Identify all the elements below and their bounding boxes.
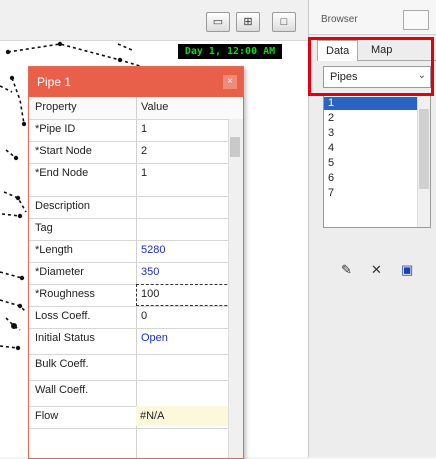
close-icon[interactable]: × — [223, 75, 237, 89]
property-row[interactable]: *End Node 1 — [29, 163, 243, 197]
property-label: Description — [35, 200, 91, 212]
property-value: 5280 — [141, 244, 166, 256]
minimize-icon[interactable]: ▭ — [206, 12, 230, 32]
property-row[interactable]: Loss Coeff. 0 — [29, 306, 243, 329]
list-item[interactable]: 7 — [324, 187, 420, 200]
property-column-header: Property — [35, 101, 77, 113]
delete-icon[interactable]: ✕ — [371, 262, 382, 278]
property-row[interactable]: Flow #N/A — [29, 406, 243, 429]
roughness-input[interactable]: 100 — [136, 284, 242, 306]
property-value: 1 — [141, 123, 148, 135]
property-label: Loss Coeff. — [35, 310, 91, 322]
object-list-scrollbar-thumb[interactable] — [419, 109, 429, 189]
browser-header-label: Browser — [321, 14, 358, 25]
list-item[interactable]: 1 — [324, 97, 420, 110]
property-editor-titlebar[interactable]: Pipe 1 × — [29, 67, 243, 97]
property-label: *Length — [35, 244, 73, 256]
property-value: 0 — [141, 310, 148, 322]
property-row[interactable]: *Length 5280 — [29, 240, 243, 263]
edit-object-icon[interactable]: ✎ — [341, 262, 352, 278]
browser-header-button[interactable] — [403, 10, 429, 30]
property-value: Open — [141, 332, 168, 344]
property-label: *Diameter — [35, 266, 84, 278]
property-label: Bulk Coeff. — [35, 358, 89, 370]
property-value: 1 — [141, 167, 148, 179]
property-scrollbar[interactable] — [228, 119, 243, 458]
open-editor-icon[interactable]: ▣ — [401, 262, 413, 278]
property-editor-title: Pipe 1 — [37, 75, 72, 89]
highlight-annotation — [308, 37, 434, 96]
property-label: *Roughness — [35, 288, 95, 300]
property-row[interactable]: Description — [29, 196, 243, 219]
property-label: Flow — [35, 410, 59, 422]
grid-icon[interactable]: ⊞ — [236, 12, 260, 32]
property-row[interactable]: *Start Node 2 — [29, 141, 243, 164]
property-row[interactable]: *Pipe ID 1 — [29, 119, 243, 142]
simulation-clock: Day 1, 12:00 AM — [178, 44, 282, 59]
flow-value-box: #N/A — [136, 406, 228, 426]
list-item[interactable]: 3 — [324, 127, 420, 140]
list-item[interactable]: 5 — [324, 157, 420, 170]
property-label: Initial Status — [35, 332, 95, 344]
property-row[interactable]: Initial Status Open — [29, 328, 243, 355]
property-label: *Pipe ID — [35, 123, 76, 135]
property-row[interactable]: Wall Coeff. — [29, 380, 243, 407]
property-row[interactable]: Bulk Coeff. — [29, 354, 243, 381]
roughness-input-value: 100 — [141, 288, 160, 300]
object-list[interactable]: 1 2 3 4 5 6 7 — [323, 94, 431, 228]
property-editor: Pipe 1 × Property Value *Pipe ID 1 *Star… — [28, 66, 244, 459]
property-label: Wall Coeff. — [35, 384, 89, 396]
property-label: *End Node — [35, 167, 89, 179]
list-item[interactable]: 4 — [324, 142, 420, 155]
property-value: 2 — [141, 145, 148, 157]
property-label: *Start Node — [35, 145, 92, 157]
property-value: #N/A — [140, 410, 165, 422]
restore-icon[interactable]: □ — [272, 12, 296, 32]
property-row[interactable]: Tag — [29, 218, 243, 241]
list-item[interactable]: 6 — [324, 172, 420, 185]
property-scrollbar-thumb[interactable] — [230, 137, 240, 157]
property-value: 350 — [141, 266, 160, 278]
property-row[interactable]: *Diameter 350 — [29, 262, 243, 285]
list-item[interactable]: 2 — [324, 112, 420, 125]
property-row-roughness[interactable]: *Roughness 100 — [29, 284, 243, 307]
browser-header: Browser — [309, 0, 436, 35]
map-toolbar: ▭ ⊞ □ — [0, 0, 308, 41]
property-label: Tag — [35, 222, 53, 234]
value-column-header: Value — [141, 101, 169, 113]
